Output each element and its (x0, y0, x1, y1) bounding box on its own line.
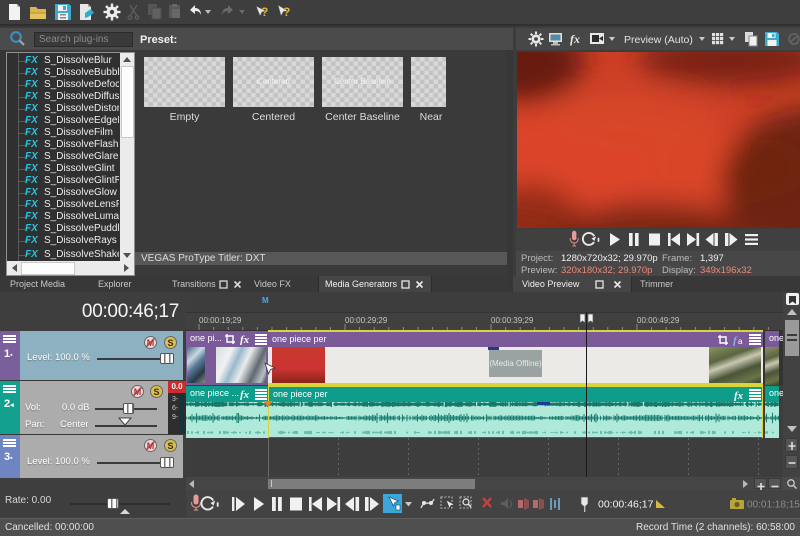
svg-text:a: a (738, 337, 743, 346)
svg-text:00:00:46;17: 00:00:46;17 (598, 499, 654, 511)
svg-text:fx: fx (240, 334, 250, 345)
svg-text:fx: fx (570, 32, 580, 46)
svg-text:?: ? (283, 5, 290, 19)
svg-text:00:01:18;15: 00:01:18;15 (747, 500, 800, 511)
svg-text:Preview (Auto): Preview (Auto) (624, 34, 693, 46)
svg-text:fx: fx (240, 389, 250, 400)
svg-text:?: ? (261, 5, 268, 19)
svg-text:fx: fx (734, 390, 744, 401)
